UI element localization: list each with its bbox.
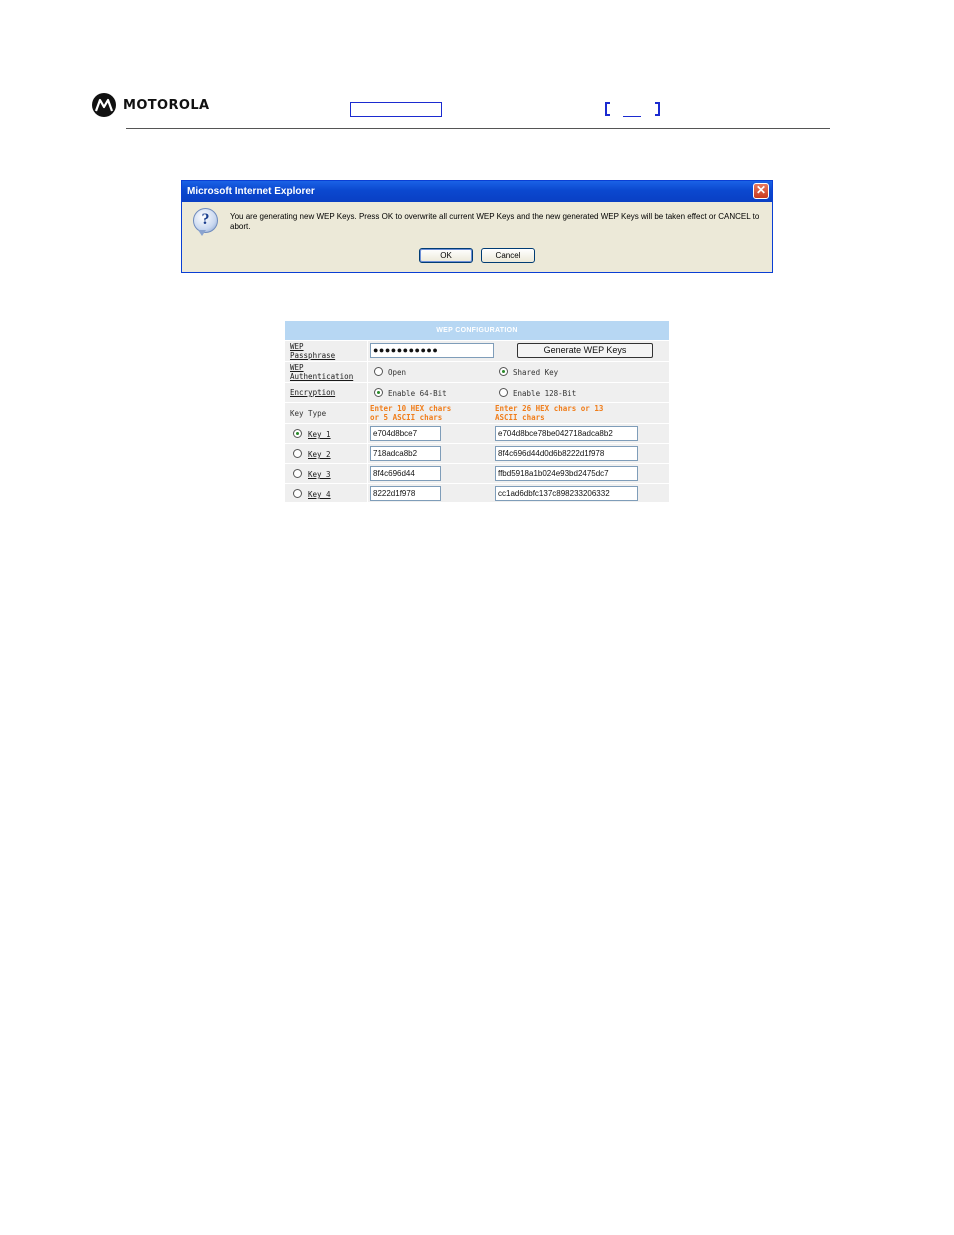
authentication-label-line2[interactable]: Authentication <box>290 372 353 381</box>
dialog-message: You are generating new WEP Keys. Press O… <box>230 212 760 231</box>
ok-button[interactable]: OK <box>419 248 473 263</box>
nav-bracket-left <box>605 102 610 116</box>
key-4-64bit-input[interactable]: 8222d1f978 <box>370 486 441 501</box>
passphrase-label-line2[interactable]: Passphrase <box>290 351 335 360</box>
auth-open-label: Open <box>388 368 407 377</box>
key-3-64bit-input[interactable]: 8f4c696d44 <box>370 466 441 481</box>
passphrase-row: WEP Passphrase ●●●●●●●●●●● Generate WEP … <box>285 341 669 361</box>
hint-128-line1: Enter 26 HEX chars or 13 <box>495 404 604 413</box>
close-icon[interactable]: ✕ <box>753 183 769 199</box>
key-1-label[interactable]: Key 1 <box>308 430 331 439</box>
enc-128-bit-label: Enable 128-Bit <box>513 389 577 398</box>
cancel-button[interactable]: Cancel <box>481 248 535 263</box>
encryption-row: Encryption Enable 64-Bit Enable 128-Bit <box>285 383 669 402</box>
key-type-row: Key Type Enter 10 HEX chars or 5 ASCII c… <box>285 403 669 423</box>
key-3-128bit-input[interactable]: ffbd5918a1b024e93bd2475dc7 <box>495 466 638 481</box>
key-2-128bit-input[interactable]: 8f4c696d44d0d6b8222d1f978 <box>495 446 638 461</box>
nav-bracket-right <box>655 102 660 116</box>
key-row: Key 3 8f4c696d44 ffbd5918a1b024e93bd2475… <box>285 464 669 483</box>
authentication-label-line1[interactable]: WEP <box>290 363 304 372</box>
key-2-label[interactable]: Key 2 <box>308 450 331 459</box>
authentication-row: WEP Authentication Open Shared Key <box>285 362 669 382</box>
key-4-label[interactable]: Key 4 <box>308 490 331 499</box>
hint-64-line2: or 5 ASCII chars <box>370 413 443 422</box>
enc-128-bit-radio[interactable] <box>499 388 508 397</box>
key-2-radio[interactable] <box>293 449 302 458</box>
key-row: Key 2 718adca8b2 8f4c696d44d0d6b8222d1f9… <box>285 444 669 463</box>
wep-configuration-panel: WEP CONFIGURATION WEP Passphrase ●●●●●●●… <box>285 321 669 502</box>
enc-64-bit-radio[interactable] <box>374 388 383 397</box>
key-row: Key 1 e704d8bce7 e704d8bce78be042718adca… <box>285 424 669 443</box>
brand-name: MOTOROLA <box>123 97 210 113</box>
wep-panel-title: WEP CONFIGURATION <box>285 321 669 340</box>
key-1-radio[interactable] <box>293 429 302 438</box>
key-3-label[interactable]: Key 3 <box>308 470 331 479</box>
passphrase-input[interactable]: ●●●●●●●●●●● <box>370 343 494 358</box>
auth-open-radio[interactable] <box>374 367 383 376</box>
key-1-64bit-input[interactable]: e704d8bce7 <box>370 426 441 441</box>
key-4-128bit-input[interactable]: cc1ad6dbfc137c898233206332 <box>495 486 638 501</box>
dialog-title: Microsoft Internet Explorer <box>187 186 315 197</box>
enc-64-bit-label: Enable 64-Bit <box>388 389 447 398</box>
motorola-logo: MOTOROLA <box>92 92 210 118</box>
question-icon-tail <box>198 230 206 236</box>
dialog-title-bar: Microsoft Internet Explorer ✕ <box>182 181 772 202</box>
key-row: Key 4 8222d1f978 cc1ad6dbfc137c898233206… <box>285 484 669 502</box>
header-divider <box>126 128 830 129</box>
passphrase-label-line1[interactable]: WEP <box>290 342 304 351</box>
auth-shared-key-label: Shared Key <box>513 368 559 377</box>
ie-confirm-dialog: Microsoft Internet Explorer ✕ ? You are … <box>181 180 773 273</box>
key-2-64bit-input[interactable]: 718adca8b2 <box>370 446 441 461</box>
key-type-label: Key Type <box>290 409 327 418</box>
key-1-128bit-input[interactable]: e704d8bce78be042718adca8b2 <box>495 426 638 441</box>
encryption-label[interactable]: Encryption <box>290 388 335 397</box>
motorola-batwing-logo-icon <box>92 93 116 117</box>
key-4-radio[interactable] <box>293 489 302 498</box>
nav-link-box[interactable] <box>350 102 442 117</box>
key-3-radio[interactable] <box>293 469 302 478</box>
auth-shared-key-radio[interactable] <box>499 367 508 376</box>
hint-128-line2: ASCII chars <box>495 413 545 422</box>
hint-64-line1: Enter 10 HEX chars <box>370 404 452 413</box>
generate-wep-keys-button[interactable]: Generate WEP Keys <box>517 343 653 358</box>
nav-bracket-underline <box>623 116 641 117</box>
